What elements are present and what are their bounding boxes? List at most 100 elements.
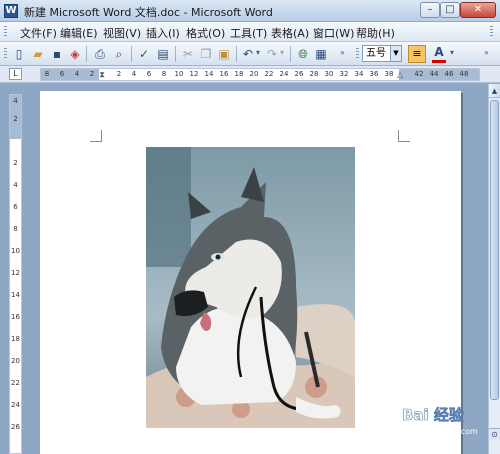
new-doc-icon[interactable]: ▯ — [11, 46, 27, 62]
align-justify-button[interactable]: ≡ — [408, 45, 426, 63]
toolbar-separator — [86, 46, 87, 62]
title-bar: W 新建 Microsoft Word 文档.doc - Microsoft W… — [0, 0, 500, 22]
toolbar-separator — [236, 46, 237, 62]
ruler-number: 20 — [249, 70, 259, 78]
word-app-icon[interactable]: W — [4, 4, 18, 18]
menu-window[interactable]: 窗口(W) — [313, 25, 354, 41]
ruler-number: 32 — [339, 70, 349, 78]
margin-corner-top-right — [398, 130, 410, 142]
menu-format[interactable]: 格式(O) — [186, 25, 225, 41]
hyperlink-icon[interactable]: 🌐︎ — [295, 46, 311, 62]
ruler-number: 38 — [384, 70, 394, 78]
ruler-number: 2 — [116, 70, 122, 78]
inserted-dog-photo[interactable] — [146, 147, 355, 428]
print-icon[interactable]: ⎙ — [92, 46, 108, 62]
ruler-number: 18 — [11, 335, 20, 343]
ruler-number: 16 — [11, 313, 20, 321]
print-preview-icon[interactable]: ⌕ — [111, 46, 127, 62]
table-icon[interactable]: ▦ — [313, 46, 329, 62]
first-line-indent-marker[interactable]: ⧗ — [99, 69, 105, 80]
ruler-number: 6 — [59, 70, 65, 78]
menu-help[interactable]: 帮助(H) — [356, 25, 395, 41]
watermark-logo-text: Bai 经验 — [402, 406, 465, 424]
window-title: 新建 Microsoft Word 文档.doc - Microsoft Wor… — [24, 6, 273, 19]
ruler-number: 6 — [146, 70, 152, 78]
redo-icon[interactable]: ↷ — [264, 46, 280, 62]
ruler-number: 2 — [13, 159, 18, 167]
toolbar-options-icon[interactable]: » — [340, 48, 345, 57]
standard-toolbar: ▯ ▰ ▪ ◈ ⎙ ⌕ ✓ ▤ ✂ ❐ ▣ ↶ ▾ ↷ ▾ 🌐︎ ▦ » 五号 … — [0, 42, 500, 66]
vertical-ruler[interactable]: 4 2 2 4 6 8 10 12 14 16 18 20 22 24 26 — [9, 94, 22, 454]
menu-insert[interactable]: 插入(I) — [146, 25, 180, 41]
toolbar-options-icon-right[interactable]: » — [484, 48, 489, 57]
menu-edit[interactable]: 编辑(E) — [60, 25, 98, 41]
horizontal-ruler[interactable]: 8 6 4 2 ⧗ 2 4 6 8 10 12 14 16 18 20 22 2… — [40, 68, 480, 81]
menu-grip-right[interactable] — [490, 26, 493, 38]
maximize-button[interactable]: □ — [440, 2, 460, 18]
ruler-number: 2 — [13, 115, 18, 123]
ruler-number: 4 — [13, 181, 18, 189]
ruler-number: 10 — [11, 247, 20, 255]
ruler-number: 30 — [324, 70, 334, 78]
font-size-select[interactable]: 五号 ▼ — [362, 45, 402, 62]
ruler-number: 22 — [264, 70, 274, 78]
ruler-number: 14 — [11, 291, 20, 299]
baidu-jingyan-watermark: Bai 经验 jingyan.baidu.com — [398, 400, 480, 440]
chevron-down-icon[interactable]: ▼ — [390, 46, 401, 61]
save-icon[interactable]: ▪ — [49, 46, 65, 62]
prev-page-icon[interactable]: ⊙ — [489, 428, 500, 440]
copy-icon[interactable]: ❐ — [198, 46, 214, 62]
ruler-number: 34 — [354, 70, 364, 78]
watermark-url: jingyan.baidu.com — [403, 427, 478, 436]
ruler-number: 18 — [234, 70, 244, 78]
ruler-number: 22 — [11, 379, 20, 387]
ruler-number: 12 — [11, 269, 20, 277]
ruler-number: 8 — [13, 225, 18, 233]
ruler-number: 4 — [13, 97, 18, 105]
ruler-number: 6 — [13, 203, 18, 211]
undo-icon[interactable]: ↶ — [240, 46, 256, 62]
toolbar-separator — [131, 46, 132, 62]
undo-dropdown-icon[interactable]: ▾ — [256, 48, 260, 57]
close-button[interactable]: ✕ — [460, 2, 496, 18]
husky-image — [146, 147, 355, 428]
font-color-button[interactable]: A — [432, 45, 446, 63]
vertical-scrollbar[interactable]: ▲ ⊙ — [488, 84, 500, 454]
ruler-number: 4 — [131, 70, 137, 78]
ruler-number: 42 — [414, 70, 424, 78]
right-indent-marker[interactable]: △ — [397, 69, 403, 80]
ruler-number: 36 — [369, 70, 379, 78]
ruler-number: 28 — [309, 70, 319, 78]
ruler-number: 2 — [89, 70, 95, 78]
toolbar-separator — [290, 46, 291, 62]
horizontal-ruler-bar: L 8 6 4 2 ⧗ 2 4 6 8 10 12 14 16 18 20 22… — [0, 66, 500, 83]
ruler-number: 8 — [44, 70, 50, 78]
scroll-thumb[interactable] — [490, 100, 499, 400]
font-color-dropdown-icon[interactable]: ▾ — [450, 48, 454, 57]
paste-icon[interactable]: ▣ — [216, 46, 232, 62]
ruler-number: 16 — [219, 70, 229, 78]
menu-view[interactable]: 视图(V) — [103, 25, 141, 41]
ruler-number: 8 — [161, 70, 167, 78]
research-icon[interactable]: ▤ — [155, 46, 171, 62]
spelling-icon[interactable]: ✓ — [136, 46, 152, 62]
menu-table[interactable]: 表格(A) — [271, 25, 309, 41]
tab-selector[interactable]: L — [9, 68, 22, 80]
toolbar-grip[interactable] — [4, 48, 7, 60]
ruler-number: 14 — [204, 70, 214, 78]
format-toolbar-grip[interactable] — [356, 48, 359, 60]
margin-corner-top-left — [90, 130, 102, 142]
minimize-button[interactable]: – — [420, 2, 440, 18]
permission-icon[interactable]: ◈ — [67, 46, 83, 62]
open-icon[interactable]: ▰ — [30, 46, 46, 62]
cut-icon[interactable]: ✂ — [180, 46, 196, 62]
ruler-number: 48 — [459, 70, 469, 78]
redo-dropdown-icon[interactable]: ▾ — [280, 48, 284, 57]
scroll-up-arrow-icon[interactable]: ▲ — [489, 84, 500, 98]
font-size-value: 五号 — [366, 48, 386, 59]
menu-tools[interactable]: 工具(T) — [230, 25, 267, 41]
ruler-number: 26 — [294, 70, 304, 78]
menu-grip[interactable] — [4, 26, 7, 38]
toolbar-separator — [175, 46, 176, 62]
menu-file[interactable]: 文件(F) — [20, 25, 57, 41]
